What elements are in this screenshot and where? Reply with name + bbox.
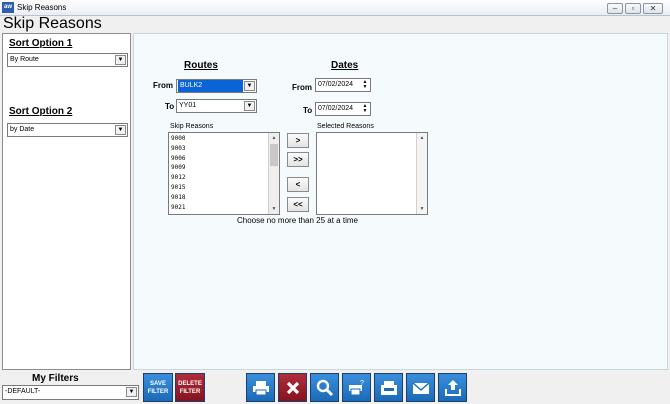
preview-icon bbox=[316, 379, 333, 396]
save-filter-label-2: FILTER bbox=[147, 389, 169, 395]
app-icon: aw bbox=[2, 2, 14, 13]
sort-option-1-label: Sort Option 1 bbox=[9, 38, 73, 49]
email-button[interactable] bbox=[406, 373, 435, 402]
date-from-label: From bbox=[292, 83, 312, 92]
print-button[interactable] bbox=[246, 373, 275, 402]
list-item[interactable]: 9003 bbox=[171, 144, 185, 154]
skip-reasons-scrollbar[interactable]: ▲ ▼ bbox=[268, 133, 279, 214]
scroll-down-icon[interactable]: ▼ bbox=[418, 205, 426, 213]
date-to-field[interactable]: 07/02/2024 ▲ ▼ bbox=[315, 102, 371, 116]
skip-reasons-items: 9000 9003 9006 9009 9012 9015 9018 9021 bbox=[171, 134, 185, 212]
restore-icon: ▫ bbox=[631, 4, 635, 13]
print-icon bbox=[252, 380, 269, 395]
email-icon bbox=[412, 381, 429, 394]
export-button[interactable] bbox=[438, 373, 467, 402]
list-item[interactable]: 9006 bbox=[171, 154, 185, 164]
window-title: Skip Reasons bbox=[17, 3, 67, 12]
save-filter-button[interactable]: SAVE FILTER bbox=[143, 373, 173, 402]
print-setup-icon: ? bbox=[348, 380, 364, 395]
remove-all-button[interactable]: << bbox=[287, 197, 309, 212]
svg-text:?: ? bbox=[360, 380, 364, 387]
export-icon bbox=[444, 379, 461, 396]
restore-button[interactable]: ▫ bbox=[625, 3, 641, 14]
cancel-icon bbox=[286, 381, 299, 394]
route-from-select[interactable]: BULK2 ▼ bbox=[176, 79, 257, 93]
close-button[interactable]: ✕ bbox=[643, 3, 663, 14]
scroll-thumb[interactable] bbox=[270, 144, 278, 166]
chevron-down-icon[interactable]: ▼ bbox=[115, 125, 126, 135]
date-from-field[interactable]: 07/02/2024 ▲ ▼ bbox=[315, 78, 371, 92]
my-filters-select[interactable]: -DEFAULT- ▼ bbox=[2, 385, 139, 400]
list-item[interactable]: 9012 bbox=[171, 173, 185, 183]
sort-option-2-select[interactable]: by Date ▼ bbox=[7, 123, 128, 137]
scroll-up-icon[interactable]: ▲ bbox=[418, 134, 426, 142]
page-title: Skip Reasons bbox=[3, 15, 102, 32]
chevron-down-icon[interactable]: ▼ bbox=[115, 55, 126, 65]
scroll-down-icon[interactable]: ▼ bbox=[270, 205, 278, 213]
delete-filter-label-1: DELETE bbox=[178, 381, 202, 387]
fax-icon bbox=[380, 380, 397, 395]
close-icon: ✕ bbox=[649, 4, 657, 13]
skip-reasons-label: Skip Reasons bbox=[170, 123, 214, 130]
date-from-value: 07/02/2024 bbox=[318, 81, 354, 88]
delete-filter-button[interactable]: DELETE FILTER bbox=[175, 373, 205, 402]
print-setup-button[interactable]: ? bbox=[342, 373, 371, 402]
selected-reasons-scrollbar[interactable]: ▲ ▼ bbox=[416, 133, 427, 214]
minimize-icon: – bbox=[612, 4, 618, 13]
preview-button[interactable] bbox=[310, 373, 339, 402]
date-to-label: To bbox=[303, 106, 313, 115]
selected-reasons-list[interactable]: ▲ ▼ bbox=[316, 132, 428, 215]
my-filters-value: -DEFAULT- bbox=[5, 388, 41, 395]
date-to-value: 07/02/2024 bbox=[318, 105, 354, 112]
list-item[interactable]: 9015 bbox=[171, 183, 185, 193]
date-spinner-icon[interactable]: ▲ ▼ bbox=[361, 80, 369, 90]
skip-reasons-list[interactable]: 9000 9003 9006 9009 9012 9015 9018 9021 ▲ ▼ bbox=[168, 132, 280, 215]
list-item[interactable]: 9021 bbox=[171, 203, 185, 213]
sort-option-2-label: Sort Option 2 bbox=[9, 106, 73, 117]
date-spinner-icon[interactable]: ▲ ▼ bbox=[361, 104, 369, 114]
add-one-button[interactable]: > bbox=[287, 133, 309, 148]
selection-hint: Choose no more than 25 at a time bbox=[237, 216, 358, 225]
my-filters-label: My Filters bbox=[32, 373, 79, 384]
save-filter-label-1: SAVE bbox=[150, 381, 166, 387]
sort-option-1-select[interactable]: By Route ▼ bbox=[7, 53, 128, 67]
delete-filter-label-2: FILTER bbox=[179, 389, 201, 395]
chevron-down-icon[interactable]: ▼ bbox=[244, 81, 255, 91]
chevron-down-icon[interactable]: ▼ bbox=[244, 101, 255, 111]
routes-heading: Routes bbox=[184, 60, 218, 71]
minimize-button[interactable]: – bbox=[607, 3, 623, 14]
cancel-button[interactable] bbox=[278, 373, 307, 402]
route-to-select[interactable]: YY01 ▼ bbox=[176, 99, 257, 113]
scroll-up-icon[interactable]: ▲ bbox=[270, 134, 278, 142]
list-item[interactable]: 9009 bbox=[171, 163, 185, 173]
fax-button[interactable] bbox=[374, 373, 403, 402]
route-to-label: To bbox=[165, 102, 175, 111]
sort-option-2-value: by Date bbox=[10, 126, 35, 133]
sort-option-1-value: By Route bbox=[10, 56, 39, 63]
list-item[interactable]: 9018 bbox=[171, 193, 185, 203]
sort-options-panel: Sort Option 1 By Route ▼ Sort Option 2 b… bbox=[2, 33, 131, 370]
criteria-panel: Routes From BULK2 ▼ To YY01 ▼ Dates From… bbox=[133, 33, 668, 370]
list-item[interactable]: 9000 bbox=[171, 134, 185, 144]
add-all-button[interactable]: >> bbox=[287, 152, 309, 167]
route-from-label: From bbox=[153, 81, 173, 90]
route-from-value: BULK2 bbox=[178, 80, 243, 92]
remove-one-button[interactable]: < bbox=[287, 177, 309, 192]
route-to-value: YY01 bbox=[179, 102, 197, 109]
chevron-down-icon[interactable]: ▼ bbox=[126, 387, 137, 397]
selected-reasons-label: Selected Reasons bbox=[317, 123, 374, 130]
dates-heading: Dates bbox=[331, 60, 359, 71]
window-title-bar: aw Skip Reasons – ▫ ✕ bbox=[0, 0, 670, 16]
